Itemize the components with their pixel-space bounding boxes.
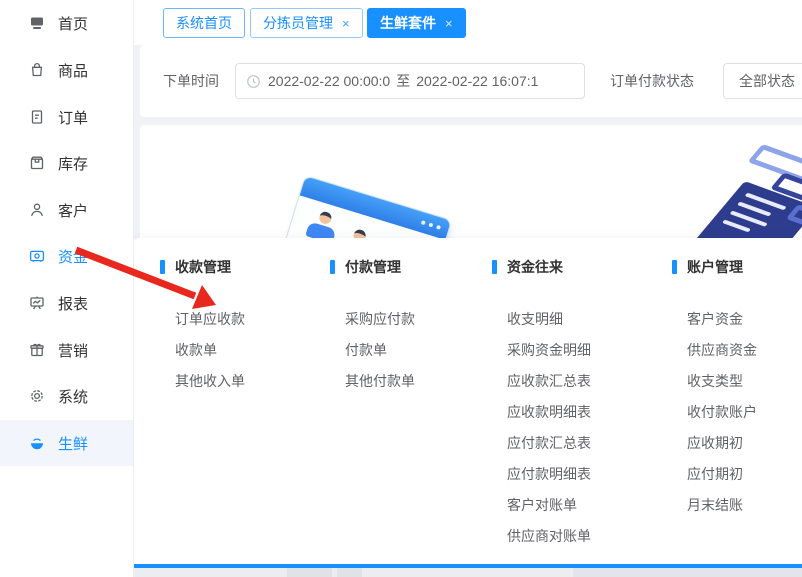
menu-item-receivable-summary[interactable]: 应收款汇总表 (492, 366, 591, 397)
section-marker-icon (160, 260, 165, 274)
menu-item-customer-statement[interactable]: 客户对账单 (492, 490, 591, 521)
menu-column-header: 收款管理 (160, 256, 245, 278)
clock-icon (246, 74, 261, 89)
menu-column-title: 付款管理 (345, 257, 401, 277)
date-range-input[interactable]: 2022-02-22 00:00:0 至 2022-02-22 16:07:1 (235, 63, 585, 99)
menu-column-header: 资金往来 (492, 256, 591, 278)
sidebar-item-label: 营销 (58, 340, 88, 361)
menu-item-receipt-slip[interactable]: 收款单 (160, 335, 245, 366)
sidebar-item-label: 系统 (58, 386, 88, 407)
menu-item-payable-summary[interactable]: 应付款汇总表 (492, 428, 591, 459)
menu-column-accounts: 账户管理 客户资金 供应商资金 收支类型 收付款账户 应收期初 应付期初 月末结… (672, 256, 757, 521)
gift-icon (27, 340, 47, 360)
menu-item-other-payment[interactable]: 其他付款单 (330, 366, 415, 397)
close-icon[interactable]: × (445, 17, 453, 30)
package-icon (27, 153, 47, 173)
sidebar-item-system[interactable]: 系统 (0, 373, 133, 419)
tab-fresh-suite[interactable]: 生鲜套件 × (367, 8, 466, 38)
filter-bar: 下单时间 2022-02-22 00:00:0 至 2022-02-22 16:… (140, 45, 802, 117)
tab-label: 分拣员管理 (263, 13, 333, 33)
tab-label: 系统首页 (176, 13, 232, 33)
sidebar-item-label: 生鲜 (58, 433, 88, 454)
menu-item-receivable-detail[interactable]: 应收款明细表 (492, 397, 591, 428)
sidebar-item-home[interactable]: 首页 (0, 0, 133, 46)
menu-item-payable-opening[interactable]: 应付期初 (672, 459, 757, 490)
home-icon (27, 13, 47, 33)
gear-icon (27, 386, 47, 406)
section-marker-icon (672, 260, 677, 274)
date-range-separator: 至 (396, 71, 410, 91)
funds-mega-menu: 收款管理 订单应收款 收款单 其他收入单 付款管理 采购应付款 付款单 其他付款… (133, 238, 802, 568)
menu-column-header: 账户管理 (672, 256, 757, 278)
menu-column-title: 资金往来 (507, 257, 563, 277)
sidebar: 首页 商品 订单 库存 客户 (0, 0, 134, 577)
background-table-strip (133, 568, 802, 577)
close-icon[interactable]: × (342, 17, 350, 30)
wallet-icon (27, 246, 47, 266)
sidebar-item-label: 客户 (58, 200, 88, 221)
sidebar-item-goods[interactable]: 商品 (0, 47, 133, 93)
sidebar-item-fresh[interactable]: 生鲜 (0, 420, 133, 466)
sidebar-item-label: 资金 (58, 246, 88, 267)
menu-item-month-end-closing[interactable]: 月末结账 (672, 490, 757, 521)
menu-column-receipts: 收款管理 订单应收款 收款单 其他收入单 (160, 256, 245, 397)
window-dots (421, 220, 441, 230)
menu-item-order-receivables[interactable]: 订单应收款 (160, 304, 245, 335)
menu-item-supplier-funds[interactable]: 供应商资金 (672, 335, 757, 366)
strip-segment (287, 568, 332, 577)
menu-column-payments: 付款管理 采购应付款 付款单 其他付款单 (330, 256, 415, 397)
sidebar-item-funds[interactable]: 资金 (0, 233, 133, 279)
sidebar-item-customers[interactable]: 客户 (0, 187, 133, 233)
sidebar-item-orders[interactable]: 订单 (0, 94, 133, 140)
sidebar-item-label: 报表 (58, 293, 88, 314)
bowl-icon (27, 433, 47, 453)
sidebar-item-label: 商品 (58, 60, 88, 81)
app-window: 首页 商品 订单 库存 客户 (0, 0, 802, 577)
menu-item-payable-detail[interactable]: 应付款明细表 (492, 459, 591, 490)
menu-item-payment-accounts[interactable]: 收付款账户 (672, 397, 757, 428)
menu-item-receivable-opening[interactable]: 应收期初 (672, 428, 757, 459)
menu-item-purchase-payables[interactable]: 采购应付款 (330, 304, 415, 335)
sidebar-item-label: 首页 (58, 13, 88, 34)
strip-segment (337, 568, 362, 577)
person-icon (27, 200, 47, 220)
menu-item-customer-funds[interactable]: 客户资金 (672, 304, 757, 335)
tab-sorter-management[interactable]: 分拣员管理 × (250, 8, 363, 38)
tab-label: 生鲜套件 (380, 13, 436, 33)
section-marker-icon (492, 260, 497, 274)
menu-item-other-income[interactable]: 其他收入单 (160, 366, 245, 397)
sidebar-item-inventory[interactable]: 库存 (0, 140, 133, 186)
menu-column-title: 账户管理 (687, 257, 743, 277)
chart-board-icon (27, 293, 47, 313)
pay-status-select[interactable]: 全部状态 (723, 63, 802, 99)
date-end-value: 2022-02-22 16:07:1 (416, 73, 538, 89)
menu-item-income-expense-detail[interactable]: 收支明细 (492, 304, 591, 335)
strip-segment (573, 568, 802, 577)
shopping-bag-icon (27, 60, 47, 80)
sidebar-item-label: 库存 (58, 153, 88, 174)
sidebar-item-label: 订单 (58, 107, 88, 128)
date-start-value: 2022-02-22 00:00:0 (268, 73, 390, 89)
pay-status-value: 全部状态 (739, 71, 795, 91)
section-marker-icon (330, 260, 335, 274)
order-time-label: 下单时间 (163, 45, 219, 117)
menu-item-purchase-fund-detail[interactable]: 采购资金明细 (492, 335, 591, 366)
menu-item-payment-slip[interactable]: 付款单 (330, 335, 415, 366)
pay-status-label: 订单付款状态 (610, 45, 694, 117)
menu-column-header: 付款管理 (330, 256, 415, 278)
sidebar-item-reports[interactable]: 报表 (0, 280, 133, 326)
menu-item-income-expense-type[interactable]: 收支类型 (672, 366, 757, 397)
menu-item-supplier-statement[interactable]: 供应商对账单 (492, 521, 591, 552)
menu-column-title: 收款管理 (175, 257, 231, 277)
tab-system-home[interactable]: 系统首页 (163, 8, 245, 38)
sidebar-item-marketing[interactable]: 营销 (0, 327, 133, 373)
menu-column-fund-flows: 资金往来 收支明细 采购资金明细 应收款汇总表 应收款明细表 应付款汇总表 应付… (492, 256, 591, 552)
document-icon (27, 107, 47, 127)
